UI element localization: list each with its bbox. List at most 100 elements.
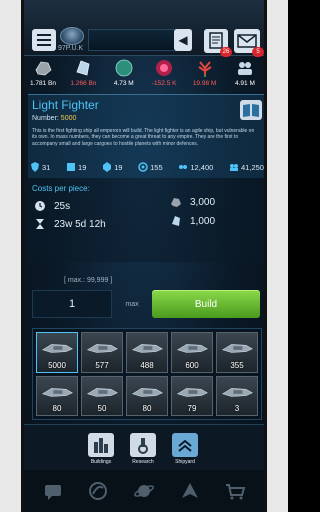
metal-cost-row: 3,000 <box>170 196 215 208</box>
shop-icon[interactable] <box>224 480 246 502</box>
total-build-time: 23w 5d 12h <box>54 218 106 230</box>
resource-bar: 1.781 Bn 1.266 Bn 4.73 M -152.5 K 19.98 … <box>24 58 264 94</box>
chat-icon[interactable] <box>42 480 64 502</box>
mail-button[interactable]: 5 <box>234 29 264 57</box>
ship-count: 355 <box>230 360 244 370</box>
resource-food[interactable]: 19.98 M <box>190 58 220 94</box>
subnav-shipyard[interactable]: Shipyard <box>170 433 200 467</box>
ship-count: 5000 <box>48 360 66 370</box>
resource-metal[interactable]: 1.781 Bn <box>28 58 58 94</box>
galaxy-icon[interactable] <box>133 480 155 502</box>
resource-value: 4.91 M <box>235 80 255 87</box>
stat-fuel: 12,400 <box>178 162 213 172</box>
stat-value: 31 <box>42 162 51 172</box>
bomber-icon <box>41 387 73 397</box>
stat-shield: 31 <box>30 162 50 172</box>
crystal-cost: 1,000 <box>190 215 216 227</box>
ship-tile-small-cargo[interactable]: 79 <box>171 375 213 416</box>
ship-grid: 5000 577 488 600 355 80 50 80 79 3 <box>32 328 262 420</box>
resource-value: 19.98 M <box>192 80 217 87</box>
ship-count: 600 <box>185 360 199 370</box>
resource-deuterium[interactable]: 4.73 M <box>109 58 139 94</box>
fleet-icon[interactable] <box>179 480 201 502</box>
quantity-input[interactable]: 1 <box>32 290 112 318</box>
crystal-icon <box>76 60 90 76</box>
crystal-icon <box>172 216 180 226</box>
resource-value: 4.73 M <box>113 80 134 87</box>
ship-count: 80 <box>142 404 152 413</box>
buildings-icon <box>94 438 108 453</box>
avatar[interactable] <box>60 27 84 45</box>
armor-icon <box>103 162 112 172</box>
resource-value: 1.781 Bn <box>29 80 57 87</box>
research-icon <box>138 438 148 454</box>
metal-icon <box>35 61 52 76</box>
food-icon <box>198 61 212 77</box>
phone-frame: 97P.U.K ◀ 26 5 1.781 Bn 1.266 Bn 4.73 M … <box>0 0 288 512</box>
ship-number: Number: 5000 <box>32 115 76 122</box>
menu-button[interactable] <box>32 29 56 51</box>
ship-tile-destroyer[interactable]: 50 <box>81 375 123 416</box>
max-quantity-label: [ max.: 99,999 ] <box>64 277 113 284</box>
energy-icon <box>156 60 173 76</box>
resource-crystal[interactable]: 1.266 Bn <box>68 58 98 94</box>
sub-navigation: Buildings Research Shipyard <box>24 424 264 470</box>
max-button[interactable]: max <box>116 290 148 318</box>
top-bar: 97P.U.K ◀ 26 5 <box>24 0 264 57</box>
ship-tile-large-cargo[interactable]: 3 <box>216 375 258 416</box>
stat-value: 12,400 <box>190 162 214 172</box>
metal-icon <box>171 198 181 207</box>
ship-tile-battlecruiser[interactable]: 355 <box>216 332 258 373</box>
resource-energy[interactable]: -152.5 K <box>149 58 179 94</box>
ship-count: 3 <box>234 404 240 413</box>
ship-tile-cruiser[interactable]: 488 <box>126 332 168 373</box>
game-screen: 97P.U.K ◀ 26 5 1.781 Bn 1.266 Bn 4.73 M … <box>21 0 267 512</box>
subnav-buildings[interactable]: Buildings <box>86 433 116 467</box>
shield-icon <box>31 162 39 172</box>
number-label: Number: <box>32 115 59 122</box>
subnav-label: Research <box>132 459 154 465</box>
encyclopedia-button[interactable] <box>240 100 262 120</box>
ship-count: 488 <box>140 360 154 370</box>
build-button[interactable]: Build <box>152 290 260 318</box>
ship-tile-light-fighter[interactable]: 5000 <box>36 332 78 373</box>
weapon-icon <box>67 163 76 171</box>
crystal-cost-row: 1,000 <box>170 215 215 227</box>
total-time-row: 23w 5d 12h <box>34 218 106 230</box>
ship-stats: 31 19 19 155 12,400 41,250 <box>28 158 264 176</box>
cruiser-icon <box>131 344 163 353</box>
ship-tile-deathstar[interactable]: 80 <box>126 375 168 416</box>
ship-tile-battleship[interactable]: 600 <box>171 332 213 373</box>
light-fighter-icon <box>41 344 73 353</box>
stat-speed: 155 <box>138 162 163 172</box>
destroyer-icon <box>86 387 118 397</box>
alliance-icon[interactable] <box>87 480 109 502</box>
small-cargo-icon <box>176 387 208 397</box>
resource-population[interactable]: 4.91 M <box>230 58 260 94</box>
ship-tile-heavy-fighter[interactable]: 577 <box>81 332 123 373</box>
ship-tile-bomber[interactable]: 80 <box>36 375 78 416</box>
heavy-fighter-icon <box>86 344 118 353</box>
number-value: 5000 <box>60 115 77 122</box>
battleship-icon <box>176 344 208 353</box>
bottom-navigation <box>24 470 264 512</box>
ship-description: This is the first fighting ship all empe… <box>32 128 255 147</box>
notes-badge: 26 <box>220 47 232 57</box>
resource-value: -152.5 K <box>151 80 177 87</box>
hourglass-icon <box>36 219 44 229</box>
ship-count: 50 <box>97 404 107 413</box>
previous-planet-button[interactable]: ◀ <box>174 29 192 51</box>
population-icon <box>237 62 252 75</box>
build-time-row: 25s <box>34 200 70 212</box>
ship-count: 79 <box>187 404 197 413</box>
cargo-icon <box>230 164 239 171</box>
mail-badge: 5 <box>252 47 264 57</box>
ship-count: 577 <box>95 360 109 370</box>
book-icon <box>243 104 259 117</box>
ship-title: Light Fighter <box>32 98 99 112</box>
subnav-research[interactable]: Research <box>128 433 158 467</box>
notes-button[interactable]: 26 <box>204 29 232 57</box>
deathstar-icon <box>131 387 163 397</box>
stat-armor: 19 <box>102 162 122 172</box>
stat-cargo: 41,250 <box>229 162 264 172</box>
